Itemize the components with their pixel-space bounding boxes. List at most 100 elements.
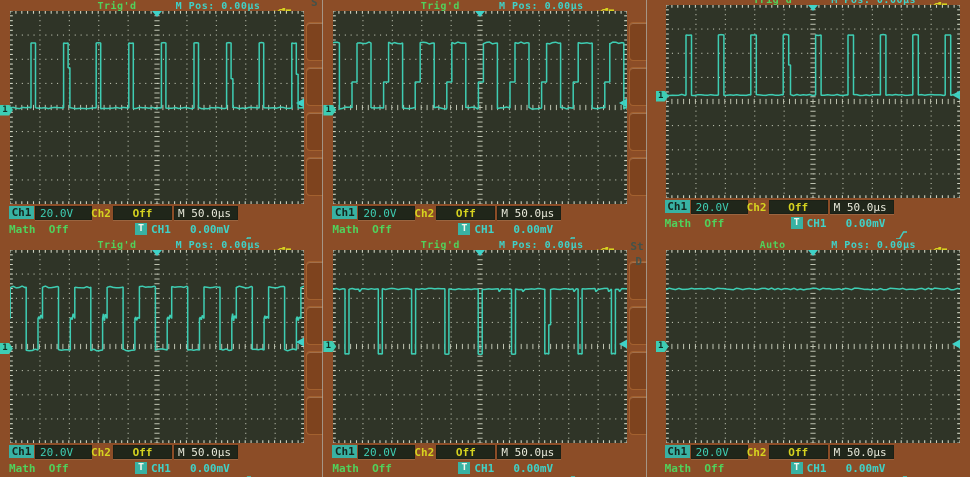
timebase-readout: M 50.0µs <box>497 206 561 220</box>
waveform-display <box>666 250 960 443</box>
ch2-label: Ch2 <box>414 446 434 459</box>
status-bar: Ch1 20.0V Ch2 Off M 50.0µs Math Off T CH… <box>323 444 647 477</box>
ch1-badge: Ch1 <box>9 445 34 458</box>
math-status: Math Off <box>332 223 392 236</box>
timebase-readout: M 50.0µs <box>830 200 894 214</box>
side-menu-button <box>629 157 647 196</box>
math-status: Math Off <box>665 217 725 230</box>
trigger-badge: T <box>135 223 147 235</box>
math-status: Math Off <box>665 462 725 475</box>
side-menu-button <box>629 112 647 151</box>
waveform-display <box>10 11 304 204</box>
side-menu-button <box>629 306 647 345</box>
ch2-scale-readout: Off <box>436 206 495 220</box>
ch2-label: Ch2 <box>91 446 111 459</box>
ch1-scale-readout: 20.0V <box>358 445 415 459</box>
scope-screen-content: Auto M Pos: 0.00µs 1 Ch1 20.0V Ch2 <box>656 239 970 477</box>
ch2-scale-readout: Off <box>113 206 172 220</box>
trigger-source: CH1 <box>474 223 494 236</box>
timebase-readout: M 50.0µs <box>174 206 238 220</box>
waveform-display <box>333 250 627 443</box>
trigger-badge: T <box>458 223 470 235</box>
oscilloscope-screen: Trig'd M Pos: 0.00µs 1 Ch1 20.0V Ch2 <box>0 0 324 239</box>
ch1-badge: Ch1 <box>9 206 34 219</box>
trigger-badge: T <box>458 462 470 474</box>
math-status: Math Off <box>332 462 392 475</box>
waveform-display <box>10 250 304 443</box>
scope-screen-content: Trig'd M Pos: 0.00µs 1 Ch1 20.0V Ch2 <box>0 0 324 239</box>
tile-separator <box>646 0 647 477</box>
trigger-source: CH1 <box>151 223 171 236</box>
side-menu-edge <box>629 22 647 217</box>
status-bar: Ch1 20.0V Ch2 Off M 50.0µs Math Off T CH… <box>656 199 970 233</box>
ch2-scale-readout: Off <box>769 445 828 459</box>
ch2-label: Ch2 <box>91 207 111 220</box>
timebase-readout: M 50.0µs <box>830 445 894 459</box>
waveform-plot <box>333 250 627 443</box>
trigger-level-readout: 0.00mV <box>846 217 886 230</box>
ch1-badge: Ch1 <box>665 200 690 213</box>
waveform-display <box>333 11 627 204</box>
trigger-badge: T <box>791 217 803 229</box>
ch1-badge: Ch1 <box>332 445 357 458</box>
screen-edge-text-fragment: D <box>635 255 642 268</box>
scope-screen-content: Trig'd M Pos: 0.00µs 1 Ch1 20.0V Ch2 <box>323 0 647 239</box>
rising-edge-icon <box>829 461 842 474</box>
rising-edge-icon <box>173 461 186 474</box>
trigger-badge: T <box>135 462 147 474</box>
ch1-scale-readout: 20.0V <box>691 445 748 459</box>
trigger-level-readout: 0.00mV <box>846 462 886 475</box>
timebase-readout: M 50.0µs <box>497 445 561 459</box>
screen-edge-text-fragment: S <box>311 0 318 9</box>
ch1-scale-readout: 20.0V <box>35 445 92 459</box>
side-menu-edge <box>629 261 647 456</box>
trigger-level-readout: 0.00mV <box>513 462 553 475</box>
waveform-plot <box>666 250 960 443</box>
ch2-label: Ch2 <box>414 207 434 220</box>
ch2-label: Ch2 <box>747 446 767 459</box>
status-bar: Ch1 20.0V Ch2 Off M 50.0µs Math Off T CH… <box>656 444 970 477</box>
scope-screen-content: Trig'd M Pos: 0.00µs 1 Ch1 20.0V Ch2 <box>323 239 647 477</box>
ch2-scale-readout: Off <box>113 445 172 459</box>
math-status: Math Off <box>9 223 69 236</box>
waveform-plot <box>333 11 627 204</box>
scope-screen-content: Trig'd M Pos: 0.00µs 1 Ch1 20.0V Ch2 <box>656 0 970 233</box>
trigger-source: CH1 <box>151 462 171 475</box>
trigger-source: CH1 <box>807 462 827 475</box>
waveform-plot <box>10 250 304 443</box>
ch1-scale-readout: 20.0V <box>358 206 415 220</box>
tile-separator <box>322 0 323 477</box>
trigger-level-readout: 0.00mV <box>513 223 553 236</box>
oscilloscope-screen: Trig'd M Pos: 0.00µs 1 Ch1 20.0V Ch2 <box>323 239 647 477</box>
scope-screen-content: Trig'd M Pos: 0.00µs 1 Ch1 20.0V Ch2 <box>0 239 324 477</box>
status-bar: Ch1 20.0V Ch2 Off M 50.0µs Math Off T CH… <box>0 444 324 477</box>
ch1-scale-readout: 20.0V <box>691 200 748 214</box>
rising-edge-icon <box>496 222 509 235</box>
trigger-source: CH1 <box>807 217 827 230</box>
side-menu-button <box>629 22 647 61</box>
oscilloscope-screen: Auto M Pos: 0.00µs 1 Ch1 20.0V Ch2 <box>647 239 970 477</box>
math-status: Math Off <box>9 462 69 475</box>
ch2-scale-readout: Off <box>436 445 495 459</box>
trigger-source: CH1 <box>474 462 494 475</box>
side-menu-button <box>629 351 647 390</box>
side-menu-button <box>629 67 647 106</box>
side-menu-button <box>629 396 647 435</box>
screen-edge-text-fragment: St <box>630 240 643 253</box>
oscilloscope-screenshot-grid: Trig'd M Pos: 0.00µs 1 Ch1 20.0V Ch2 <box>0 0 970 477</box>
rising-edge-icon <box>173 222 186 235</box>
oscilloscope-screen: Trig'd M Pos: 0.00µs 1 Ch1 20.0V Ch2 <box>323 0 647 239</box>
oscilloscope-screen: Trig'd M Pos: 0.00µs 1 Ch1 20.0V Ch2 <box>647 0 970 239</box>
waveform-plot <box>10 11 304 204</box>
ch2-scale-readout: Off <box>769 200 828 214</box>
rising-edge-icon <box>829 216 842 229</box>
trigger-badge: T <box>791 462 803 474</box>
ch2-label: Ch2 <box>747 201 767 214</box>
trigger-level-readout: 0.00mV <box>190 462 230 475</box>
waveform-plot <box>666 5 960 198</box>
oscilloscope-screen: Trig'd M Pos: 0.00µs 1 Ch1 20.0V Ch2 <box>0 239 324 477</box>
waveform-display <box>666 5 960 198</box>
ch1-badge: Ch1 <box>665 445 690 458</box>
status-bar: Ch1 20.0V Ch2 Off M 50.0µs Math Off T CH… <box>323 205 647 239</box>
ch1-badge: Ch1 <box>332 206 357 219</box>
